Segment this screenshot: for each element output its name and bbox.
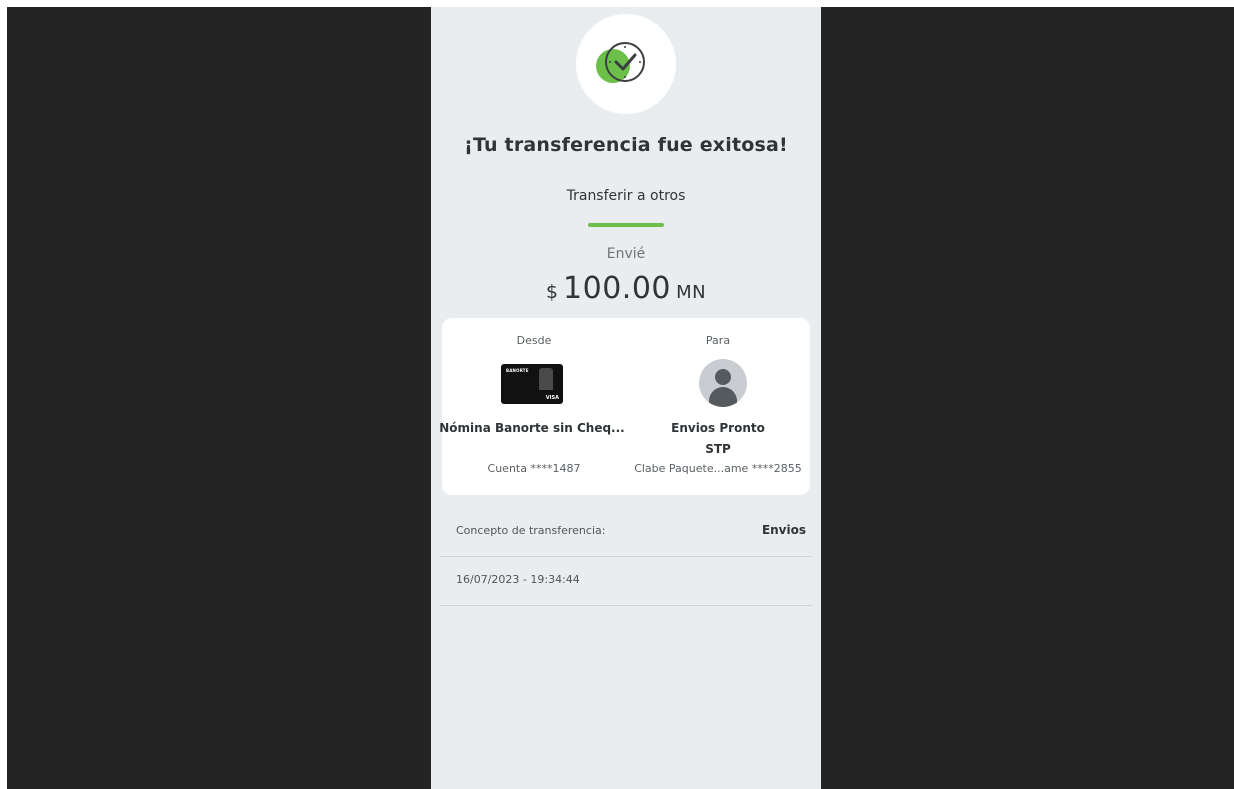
sent-label: Envié xyxy=(606,246,646,262)
card-art xyxy=(539,368,553,390)
from-column: Desde BANORTE VISA Nómina Banorte sin Ch… xyxy=(439,318,626,495)
datetime-row: 16/07/2023 - 19:34:44 xyxy=(440,556,812,606)
success-badge xyxy=(576,14,676,114)
to-label: Para xyxy=(705,334,731,347)
user-avatar-icon xyxy=(699,359,747,407)
recipient-name: Envios Pronto xyxy=(671,421,765,435)
recipient-bank: STP xyxy=(705,442,731,456)
check-circle-icon xyxy=(596,42,645,83)
card-brand: VISA xyxy=(545,395,559,401)
amount-unit: MN xyxy=(676,282,707,303)
from-label: Desde xyxy=(516,334,552,347)
to-column: Para Envios Pronto STP Clabe Paquete...a… xyxy=(626,318,810,495)
card-bank-text: BANORTE xyxy=(506,368,529,373)
success-title: ¡Tu transferencia fue exitosa! xyxy=(464,134,788,156)
transfer-type: Transferir a otros xyxy=(566,188,686,204)
accent-divider xyxy=(588,223,664,227)
from-account-number: Cuenta ****1487 xyxy=(487,462,581,475)
concept-label: Concepto de transferencia: xyxy=(456,524,606,537)
receipt-screen: ¡Tu transferencia fue exitosa! Transferi… xyxy=(431,7,821,789)
transfer-parties-card: Desde BANORTE VISA Nómina Banorte sin Ch… xyxy=(439,318,810,495)
bank-card-icon: BANORTE VISA xyxy=(501,364,563,404)
currency-symbol: $ xyxy=(545,281,558,303)
transfer-datetime: 16/07/2023 - 19:34:44 xyxy=(456,573,580,586)
from-account-name: Nómina Banorte sin Cheq... xyxy=(439,421,625,435)
recipient-account: Clabe Paquete...ame ****2855 xyxy=(634,462,802,475)
amount: $ 100.00 MN xyxy=(431,271,821,306)
concept-value: Envios xyxy=(761,523,806,537)
concept-row: Concepto de transferencia: Envios xyxy=(440,507,812,557)
amount-value: 100.00 xyxy=(563,271,672,306)
